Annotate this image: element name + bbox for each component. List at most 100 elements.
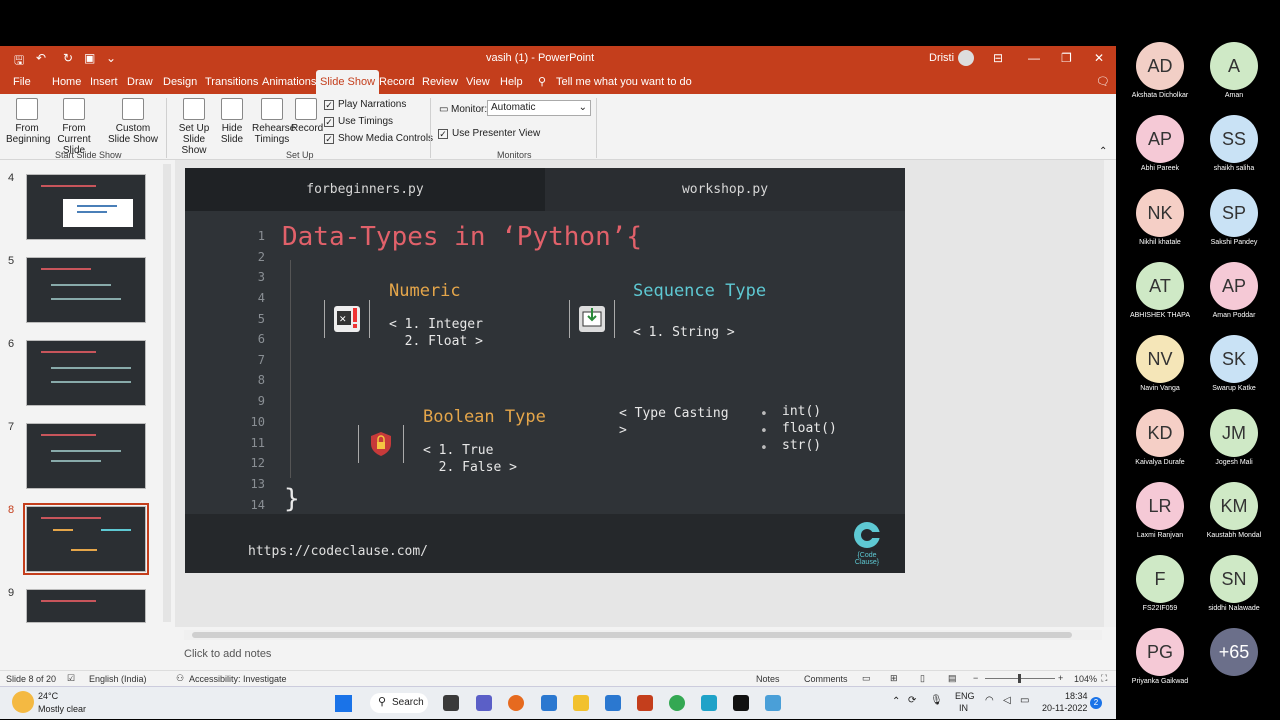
participant-avatar[interactable]: AD [1136,42,1184,90]
reading-view-icon[interactable]: ▯ [920,673,925,684]
fit-slide-icon[interactable]: ⛶ [1101,673,1107,684]
remote-desktop-icon[interactable] [765,695,781,711]
clock-time[interactable]: 18:34 [1065,691,1088,701]
teams-icon[interactable] [476,695,492,711]
tab-help[interactable]: Help [496,70,527,94]
language-code[interactable]: ENG [955,691,975,701]
windows-start-icon[interactable] [335,695,352,712]
chevron-up-icon[interactable]: ⌃ [892,696,900,707]
tab-view[interactable]: View [462,70,494,94]
app-w-icon[interactable] [733,695,749,711]
participant-avatar[interactable]: KD [1136,408,1184,457]
tab-insert[interactable]: Insert [86,70,122,94]
notification-badge[interactable]: 2 [1090,697,1102,709]
from-current-button[interactable]: From Current Slide [48,98,100,156]
clock-date[interactable]: 20-11-2022 [1042,703,1087,713]
participant-avatar[interactable]: A [1210,42,1258,90]
language[interactable]: English (India) [89,674,147,684]
tab-slide-show[interactable]: Slide Show [316,70,380,94]
participant-avatar[interactable]: SN [1210,555,1258,604]
participant-avatar[interactable]: PG [1136,628,1184,677]
tab-animations[interactable]: Animations [258,70,320,94]
restore-icon[interactable]: ❐ [1061,51,1072,65]
participant-avatar[interactable]: LR [1136,481,1184,530]
save-icon[interactable]: 🖫 [14,51,24,72]
user-avatar[interactable] [958,50,974,66]
tab-home[interactable]: Home [48,70,85,94]
participant-avatar[interactable]: AT [1136,261,1184,310]
zoom-in-icon[interactable]: + [1058,673,1063,683]
comments-button[interactable]: Comments [804,674,848,684]
powerpoint-icon[interactable] [637,695,653,711]
participant-avatar[interactable]: +65 [1210,628,1258,677]
participant-avatar[interactable]: AP [1136,115,1184,164]
search-box[interactable]: ⚲ Search [370,693,428,713]
present-icon[interactable]: ▣ [84,51,95,65]
participant-avatar[interactable]: F [1136,555,1184,604]
spellcheck-icon[interactable]: ☑ [67,673,75,684]
tab-file[interactable]: File [9,70,35,94]
volume-icon[interactable]: ◁ [1003,695,1011,706]
from-beginning-button[interactable]: From Beginning [6,98,50,145]
wifi-icon[interactable]: ◠ [985,695,994,706]
slide-thumbnail[interactable] [26,589,146,623]
mic-icon[interactable]: 🎙 [930,695,943,706]
rehearse-button[interactable]: Rehearse Timings [252,98,295,145]
notes-placeholder[interactable]: Click to add notes [184,648,271,660]
comment-icon[interactable]: 🗨 [1092,70,1114,94]
custom-show-button[interactable]: Custom Slide Show [104,98,162,145]
participant-avatar[interactable]: NV [1136,335,1184,384]
participant-avatar[interactable]: NK [1136,188,1184,237]
thumbnail-scrollbar[interactable] [163,164,171,622]
customize-qat-icon[interactable]: ⌄ [106,51,116,65]
presenter-view-checkbox[interactable]: ✓ Use Presenter View [438,128,540,139]
zoom-slider-handle[interactable] [1018,674,1021,683]
participant-avatar[interactable]: SK [1210,335,1258,384]
calculator-icon[interactable] [541,695,557,711]
participant-avatar[interactable]: JM [1210,408,1258,457]
language-region[interactable]: IN [959,703,968,713]
slide-thumbnail[interactable] [26,257,146,323]
chrome-icon[interactable] [669,695,685,711]
vertical-scrollbar[interactable] [1104,160,1116,627]
close-icon[interactable]: ✕ [1094,51,1104,65]
store-icon[interactable] [605,695,621,711]
temperature[interactable]: 24°C [38,691,58,701]
use-timings-checkbox[interactable]: ✓ Use Timings [324,116,393,127]
task-view-icon[interactable] [443,695,459,711]
tab-design[interactable]: Design [159,70,201,94]
participant-avatar[interactable]: KM [1210,481,1258,530]
slide-thumbnail[interactable] [26,340,146,406]
collapse-ribbon-icon[interactable]: ⌃ [1099,146,1107,157]
tab-review[interactable]: Review [418,70,462,94]
tab-transitions[interactable]: Transitions [201,70,262,94]
tab-record[interactable]: Record [375,70,418,94]
tell-me-search[interactable]: Tell me what you want to do [552,70,696,94]
notes-button[interactable]: Notes [756,674,780,684]
monitor-select[interactable]: Automatic ⌄ [487,100,591,116]
hide-slide-button[interactable]: Hide Slide [218,98,246,145]
record-button[interactable]: Record [291,98,323,134]
minimize-icon[interactable]: — [1028,51,1040,65]
redo-icon[interactable]: ↻ [63,51,73,65]
zoom-level[interactable]: 104% [1074,674,1097,684]
normal-view-icon[interactable]: ▭ [862,673,871,684]
participant-avatar[interactable]: SP [1210,188,1258,237]
zoom-out-icon[interactable]: − [973,673,978,683]
scroll-thumb[interactable] [192,632,1072,638]
setup-show-button[interactable]: Set Up Slide Show [170,98,218,156]
play-narrations-checkbox[interactable]: ✓ Play Narrations [324,99,406,110]
slide-thumbnail[interactable] [26,423,146,489]
accessibility-status[interactable]: Accessibility: Investigate [189,674,287,684]
tab-draw[interactable]: Draw [123,70,157,94]
slide-thumbnail-selected[interactable] [23,503,149,575]
file-explorer-icon[interactable] [573,695,589,711]
slideshow-view-icon[interactable]: ▤ [948,673,957,684]
edge-icon[interactable] [701,695,717,711]
sync-icon[interactable]: ⟳ [908,695,916,706]
slide-thumbnail[interactable] [26,174,146,240]
show-media-checkbox[interactable]: ✓ Show Media Controls [324,133,433,144]
battery-icon[interactable]: ▭ [1020,695,1029,706]
slide-sorter-icon[interactable]: ⊞ [890,673,898,684]
weather-text[interactable]: Mostly clear [38,704,86,714]
